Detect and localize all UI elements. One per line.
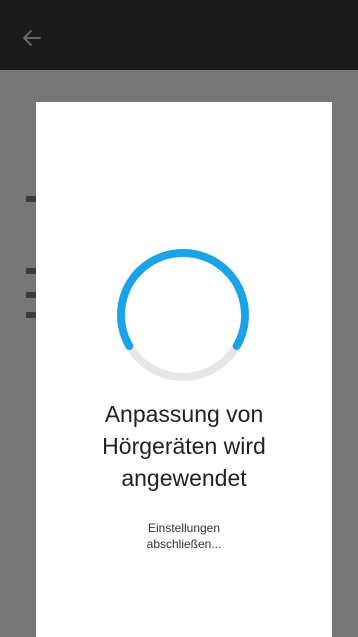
loading-spinner-icon <box>117 248 249 381</box>
app-bar <box>0 0 358 70</box>
background-text-fragment <box>26 312 36 318</box>
dialog-title-line: angewendet <box>121 465 247 491</box>
dialog-title-line: Anpassung von <box>104 401 264 427</box>
background-text-fragment <box>26 196 36 202</box>
dialog-title-line: Hörgeräten wird <box>102 433 266 459</box>
dialog-status-text: Einstellungen abschließen... <box>36 520 332 552</box>
dialog-status-line: Einstellungen <box>147 521 221 535</box>
arrow-left-icon[interactable] <box>14 20 50 56</box>
dialog-title: Anpassung von Hörgeräten wird angewendet <box>36 398 332 494</box>
background-text-fragment <box>26 268 36 274</box>
background-text-fragment <box>26 292 36 298</box>
dialog-status-line: abschließen... <box>146 537 222 551</box>
